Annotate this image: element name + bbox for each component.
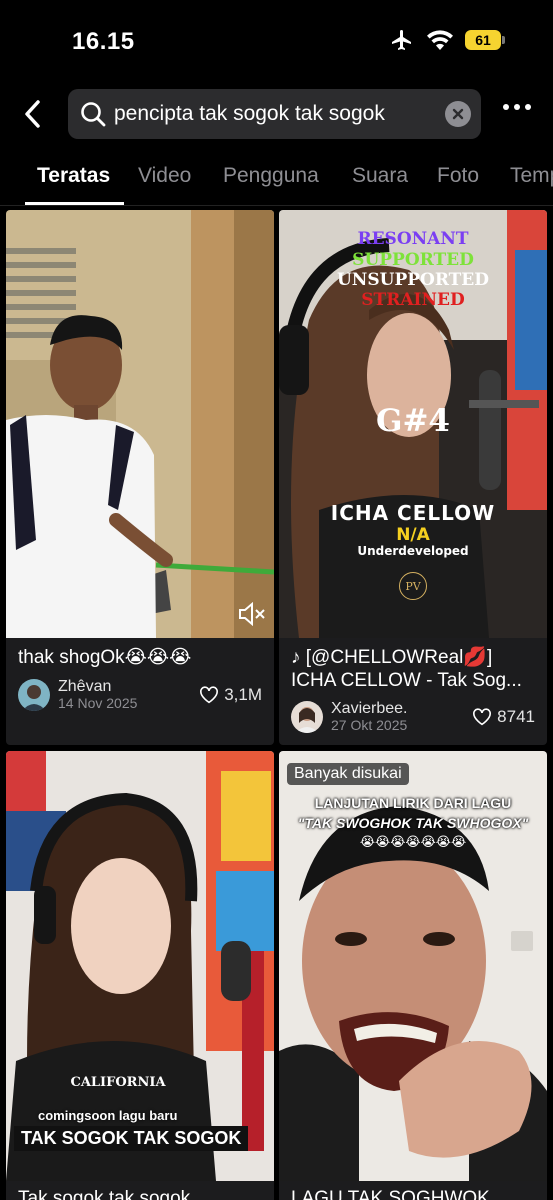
muted-speaker-icon[interactable] <box>238 602 266 626</box>
video-thumbnail[interactable] <box>6 210 274 638</box>
avatar[interactable] <box>291 701 323 733</box>
overlay-title-text: TAK SOGOK TAK SOGOK <box>14 1126 249 1151</box>
video-card[interactable]: Banyak disukai LANJUTAN LIRIK DARI LAGU … <box>279 751 547 1200</box>
active-tab-indicator <box>25 202 124 205</box>
overlay-na: N/A <box>396 525 430 545</box>
search-input[interactable]: pencipta tak sogok tak sogok <box>68 89 481 139</box>
search-tabs: Teratas Video Pengguna Suara Foto Temp <box>0 150 553 206</box>
chevron-left-icon <box>25 100 40 128</box>
pv-logo: PV <box>399 572 427 600</box>
overlay-level: Underdeveloped <box>357 544 469 558</box>
heart-icon <box>473 708 492 726</box>
shirt-text: CALIFORNIA <box>70 1075 166 1090</box>
post-date: 27 Okt 2025 <box>331 717 408 733</box>
video-thumbnail[interactable]: RESONANT SUPPORTED UNSUPPORTED STRAINED … <box>279 210 547 638</box>
search-query: pencipta tak sogok tak sogok <box>114 102 385 125</box>
tab-teratas[interactable]: Teratas <box>37 164 110 188</box>
video-card[interactable]: CALIFORNIA comingsoon lagu baru TAK SOGO… <box>6 751 274 1200</box>
overlay-line2: "TAK SWOGHOK TAK SWHOGOX" <box>297 815 529 831</box>
close-icon <box>452 108 464 120</box>
video-caption: Tak sogok tak sogok <box>18 1188 191 1200</box>
like-count: 3,1M <box>224 685 262 704</box>
overlay-small-text: comingsoon lagu baru <box>38 1108 178 1123</box>
status-time: 16.15 <box>72 28 135 55</box>
overlay-emoji: 😭😭😭😭😭😭😭 <box>359 834 467 849</box>
video-thumbnail[interactable]: CALIFORNIA comingsoon lagu baru TAK SOGO… <box>6 751 274 1181</box>
overlay-resonant: RESONANT <box>357 229 469 249</box>
author-name[interactable]: Xavierbee. <box>331 700 408 717</box>
heart-icon <box>200 686 219 704</box>
avatar[interactable] <box>18 679 50 711</box>
search-icon <box>81 102 106 127</box>
airplane-icon <box>392 30 411 50</box>
overlay-line1: LANJUTAN LIRIK DARI LAGU <box>314 795 512 811</box>
overlay-note: G#4 <box>375 403 451 439</box>
overlay-singer-name: ICHA CELLOW <box>330 501 496 525</box>
video-caption: thak shogOk😭😭😭 <box>18 647 192 668</box>
overlay-supported: SUPPORTED <box>352 250 474 270</box>
wifi-icon <box>427 30 453 50</box>
tab-suara[interactable]: Suara <box>352 164 408 188</box>
video-caption: LAGU TAK SOGHWOK <box>291 1188 490 1200</box>
popular-badge: Banyak disukai <box>287 763 409 785</box>
tab-foto[interactable]: Foto <box>437 164 479 188</box>
overlay-unsupported: UNSUPPORTED <box>336 270 490 290</box>
video-card[interactable]: thak shogOk😭😭😭 Zhêvan 14 Nov 2025 3,1M <box>6 210 274 745</box>
back-button[interactable] <box>18 98 46 130</box>
tab-template[interactable]: Temp <box>510 164 553 188</box>
like-count: 8741 <box>497 707 535 726</box>
tab-pengguna[interactable]: Pengguna <box>223 164 319 188</box>
post-date: 14 Nov 2025 <box>58 695 138 711</box>
overlay-strained: STRAINED <box>361 290 465 310</box>
clear-search-button[interactable] <box>445 101 471 127</box>
video-caption: ♪ [@CHELLOWReal💋] ICHA CELLOW - Tak Sog.… <box>291 647 522 691</box>
status-bar: 16.15 61 <box>0 0 553 80</box>
video-card[interactable]: RESONANT SUPPORTED UNSUPPORTED STRAINED … <box>279 210 547 745</box>
author-name[interactable]: Zhêvan <box>58 678 137 695</box>
tab-video[interactable]: Video <box>138 164 191 188</box>
search-header: pencipta tak sogok tak sogok <box>0 88 553 140</box>
battery-indicator: 61 <box>465 30 505 50</box>
video-thumbnail[interactable]: Banyak disukai LANJUTAN LIRIK DARI LAGU … <box>279 751 547 1181</box>
more-options-button[interactable] <box>503 104 531 110</box>
